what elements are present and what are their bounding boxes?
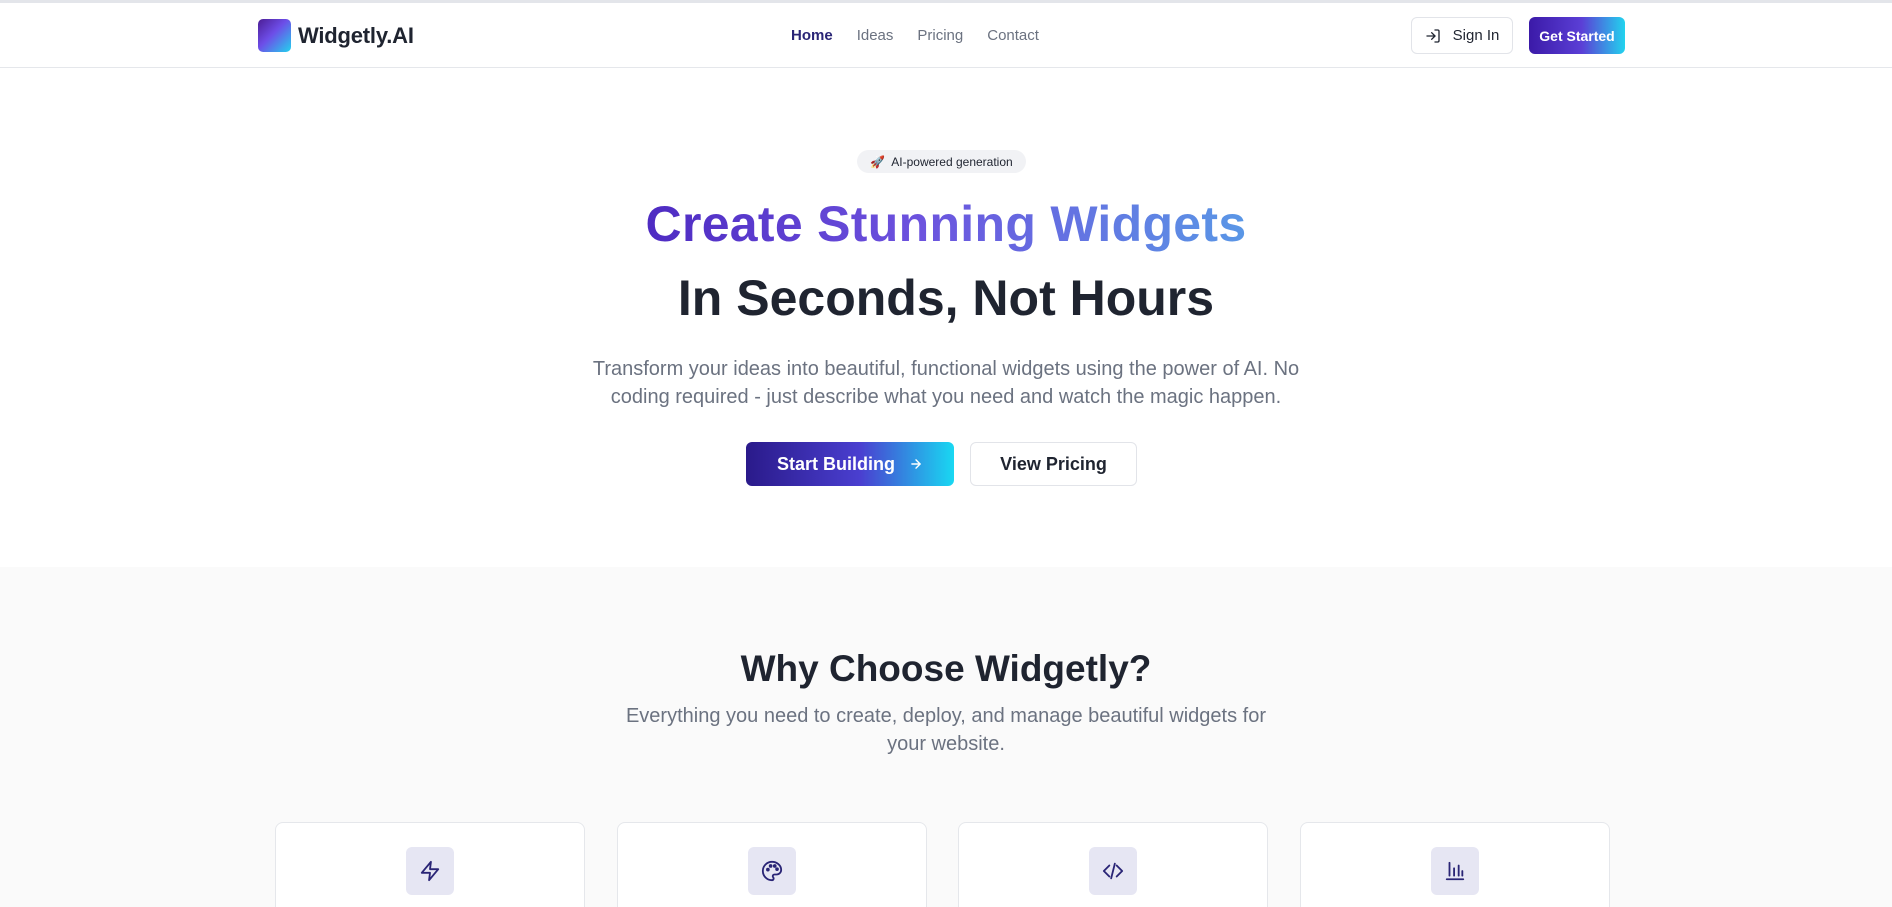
nav-item-home[interactable]: Home (791, 27, 833, 45)
nav-item-pricing[interactable]: Pricing (917, 27, 963, 45)
feature-card (617, 822, 927, 907)
ai-badge: 🚀 AI-powered generation (857, 150, 1026, 173)
main-nav: Home Ideas Pricing Contact (791, 27, 1063, 45)
feature-card (275, 822, 585, 907)
features-section: Why Choose Widgetly? Everything you need… (0, 567, 1892, 907)
view-pricing-button[interactable]: View Pricing (970, 442, 1137, 486)
brand-logo[interactable]: Widgetly.AI (258, 19, 414, 52)
feature-icon-tile (1089, 847, 1137, 895)
arrow-right-icon (911, 459, 921, 469)
bar-chart-icon (1445, 861, 1465, 881)
brand-name: Widgetly.AI (298, 22, 414, 48)
feature-card (1300, 822, 1610, 907)
start-building-button[interactable]: Start Building (746, 442, 954, 486)
feature-icon-tile (1431, 847, 1479, 895)
feature-icon-tile (748, 847, 796, 895)
lightning-icon (420, 860, 440, 882)
sign-in-button[interactable]: Sign In (1411, 17, 1513, 54)
feature-icon-tile (406, 847, 454, 895)
feature-card (958, 822, 1268, 907)
features-title: Why Choose Widgetly? (740, 648, 1152, 689)
sign-in-label: Sign In (1452, 27, 1500, 44)
hero-subtitle: Transform your ideas into beautiful, fun… (592, 358, 1300, 408)
nav-item-ideas[interactable]: Ideas (857, 27, 894, 45)
rocket-icon: 🚀 (870, 154, 886, 169)
hero-title-line1: Create Stunning Widgets (0, 195, 1892, 253)
logo-mark-icon (258, 19, 291, 52)
hero-title-line2: In Seconds, Not Hours (677, 270, 1215, 326)
palette-icon (761, 860, 783, 882)
start-building-label: Start Building (777, 453, 895, 474)
ai-badge-label: AI-powered generation (891, 154, 1013, 169)
features-subtitle: Everything you need to create, deploy, a… (625, 705, 1267, 755)
code-icon (1102, 862, 1124, 880)
get-started-button[interactable]: Get Started (1529, 17, 1625, 54)
site-header: Widgetly.AI Home Ideas Pricing Contact S… (0, 3, 1892, 68)
hero-title-gradient-text: Create Stunning Widgets (645, 196, 1247, 252)
sign-in-icon (1425, 28, 1440, 43)
nav-item-contact[interactable]: Contact (987, 27, 1039, 45)
